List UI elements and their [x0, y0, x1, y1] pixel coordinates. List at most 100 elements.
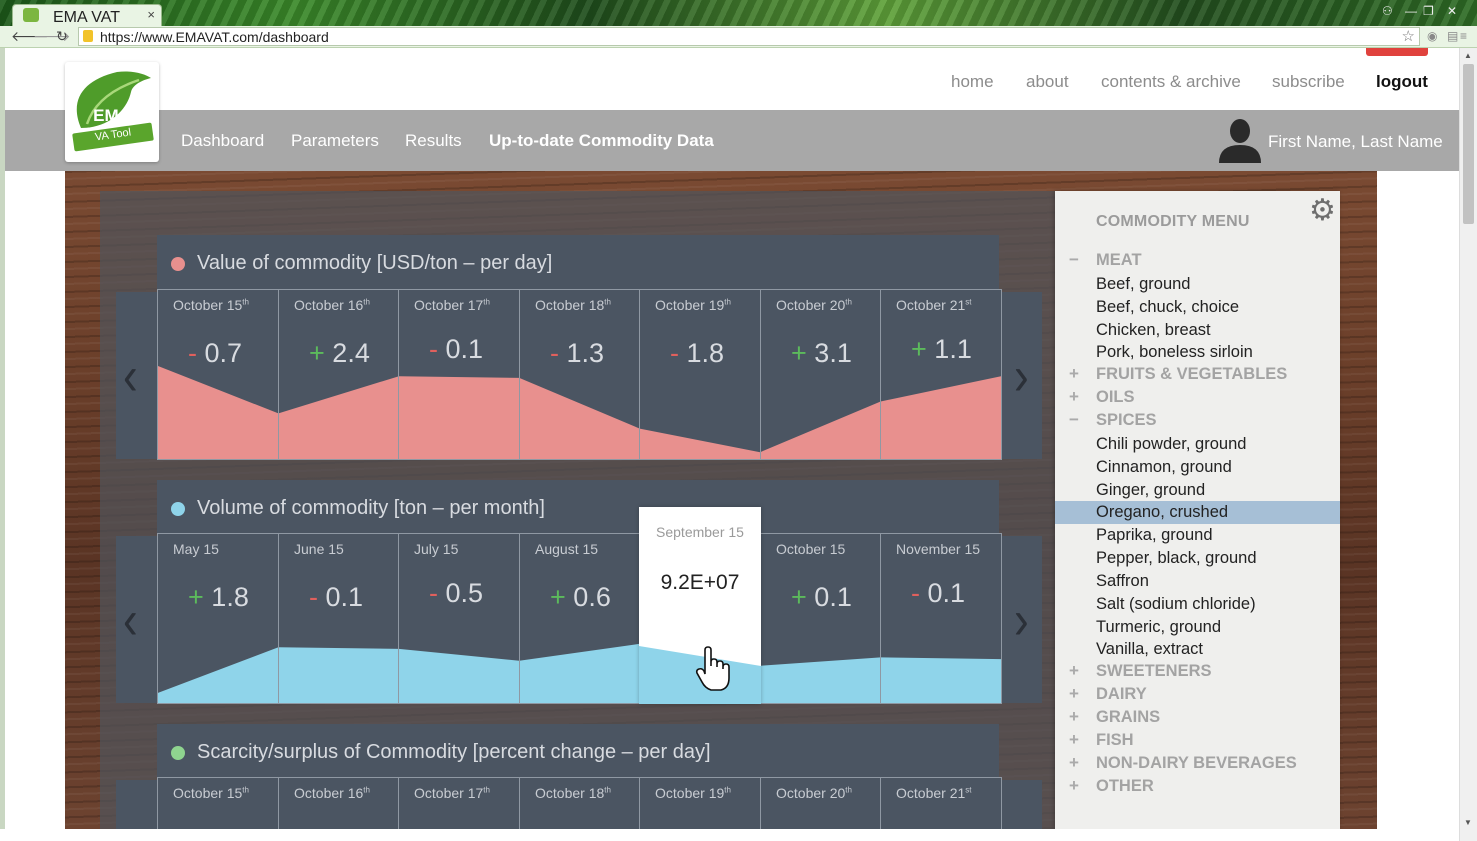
- collapse-icon[interactable]: −: [1069, 250, 1079, 270]
- nav-contents-archive[interactable]: contents & archive: [1101, 72, 1241, 92]
- reload-icon[interactable]: ↻: [56, 28, 68, 45]
- category-label: OILS: [1096, 388, 1135, 407]
- commodity-item-chicken-breast[interactable]: Chicken, breast: [1055, 319, 1340, 342]
- scarcity-day-cell[interactable]: October 18th: [520, 778, 640, 836]
- commodity-item-ginger-ground[interactable]: Ginger, ground: [1055, 479, 1340, 502]
- volume-month-label: July 15: [414, 541, 459, 557]
- commodity-item-label: Saffron: [1096, 571, 1149, 590]
- expand-icon[interactable]: +: [1069, 707, 1079, 727]
- expand-icon[interactable]: +: [1069, 684, 1079, 704]
- commodity-item-beef-ground[interactable]: Beef, ground: [1055, 273, 1340, 296]
- browser-menu-icon[interactable]: ≡: [1460, 29, 1467, 43]
- commodity-item-beef-chuck-choice[interactable]: Beef, chuck, choice: [1055, 296, 1340, 319]
- category-sweeteners[interactable]: + SWEETENERS: [1055, 661, 1340, 684]
- collapse-icon[interactable]: −: [1069, 410, 1079, 430]
- volume-month-cell[interactable]: October 15 + 0.1: [761, 534, 881, 703]
- nav-home[interactable]: home: [951, 72, 994, 92]
- commodity-item-vanilla-extract[interactable]: Vanilla, extract: [1055, 638, 1340, 661]
- commodity-item-paprika-ground[interactable]: Paprika, ground: [1055, 524, 1340, 547]
- url-text[interactable]: https://www.EMAVAT.com/dashboard: [100, 29, 329, 45]
- commodity-item-pepper-black-ground[interactable]: Pepper, black, ground: [1055, 547, 1340, 570]
- volume-legend-dot: [171, 502, 185, 516]
- scarcity-day-cell[interactable]: October 16th: [279, 778, 399, 836]
- extension-icon-2[interactable]: ▤: [1447, 29, 1458, 43]
- category-oils[interactable]: + OILS: [1055, 387, 1340, 410]
- volume-panel-header: Volume of commodity [ton – per month]: [157, 480, 999, 535]
- browser-tab[interactable]: EMA VAT ×: [12, 4, 162, 26]
- value-day-cell[interactable]: October 17th - 0.1: [399, 290, 520, 459]
- menu-commodity-data[interactable]: Up-to-date Commodity Data: [489, 131, 714, 151]
- category-non-dairy-beverages[interactable]: + NON-DAIRY BEVERAGES: [1055, 753, 1340, 776]
- value-day-cell[interactable]: October 19th - 1.8: [640, 290, 761, 459]
- commodity-item-label: Paprika, ground: [1096, 526, 1213, 545]
- nav-subscribe[interactable]: subscribe: [1272, 72, 1345, 92]
- tab-close-button[interactable]: ×: [147, 7, 155, 22]
- menu-parameters[interactable]: Parameters: [291, 131, 379, 151]
- scarcity-day-cell[interactable]: October 20th: [761, 778, 881, 836]
- maximize-icon[interactable]: ❐: [1423, 4, 1434, 18]
- commodity-item-salt-sodium-chloride[interactable]: Salt (sodium chloride): [1055, 593, 1340, 616]
- volume-month-cell[interactable]: June 15 - 0.1: [279, 534, 399, 703]
- commodity-item-label: Pork, boneless sirloin: [1096, 343, 1253, 362]
- menu-results[interactable]: Results: [405, 131, 462, 151]
- nav-logout[interactable]: logout: [1376, 72, 1428, 92]
- scarcity-day-cell[interactable]: October 21st: [881, 778, 1001, 836]
- commodity-item-label: Beef, ground: [1096, 274, 1191, 293]
- scarcity-day-cell[interactable]: October 19th: [640, 778, 761, 836]
- value-day-cell[interactable]: October 15th - 0.7: [158, 290, 279, 459]
- user-name[interactable]: First Name, Last Name: [1268, 132, 1443, 152]
- expand-icon[interactable]: +: [1069, 364, 1079, 384]
- commodity-item-turmeric-ground[interactable]: Turmeric, ground: [1055, 616, 1340, 639]
- value-day-cell[interactable]: October 20th + 3.1: [761, 290, 881, 459]
- commodity-item-saffron[interactable]: Saffron: [1055, 570, 1340, 593]
- category-dairy[interactable]: + DAIRY: [1055, 684, 1340, 707]
- scroll-thumb[interactable]: [1463, 64, 1474, 224]
- volume-month-cell[interactable]: November 15 - 0.1: [881, 534, 1001, 703]
- expand-icon[interactable]: +: [1069, 730, 1079, 750]
- gear-icon[interactable]: ⚙: [1309, 193, 1336, 228]
- ema-logo[interactable]: EMA VA Tool: [65, 62, 159, 162]
- scroll-down-icon[interactable]: ▼: [1464, 818, 1472, 827]
- volume-next-arrow-icon[interactable]: ›: [1014, 590, 1029, 653]
- value-day-label: October 16th: [294, 297, 370, 313]
- bookmark-star-icon[interactable]: ☆: [1402, 27, 1415, 45]
- expand-icon[interactable]: +: [1069, 661, 1079, 681]
- commodity-item-chili-powder-ground[interactable]: Chili powder, ground: [1055, 433, 1340, 456]
- page-scrollbar[interactable]: ▲ ▼: [1459, 48, 1477, 841]
- minimize-icon[interactable]: —: [1405, 4, 1417, 18]
- extension-icon[interactable]: ◉: [1427, 29, 1437, 43]
- scarcity-day-cell[interactable]: October 15th: [158, 778, 279, 836]
- scarcity-day-cell[interactable]: October 17th: [399, 778, 520, 836]
- expand-icon[interactable]: +: [1069, 753, 1079, 773]
- commodity-item-cinnamon-ground[interactable]: Cinnamon, ground: [1055, 456, 1340, 479]
- volume-month-label: October 15: [776, 541, 846, 557]
- user-avatar-icon[interactable]: [1217, 119, 1263, 163]
- volume-prev-arrow-icon[interactable]: ‹: [123, 590, 138, 653]
- scroll-up-icon[interactable]: ▲: [1464, 51, 1472, 60]
- commodity-item-oregano-crushed[interactable]: Oregano, crushed: [1055, 501, 1340, 525]
- commodity-item-pork-boneless-sirloin[interactable]: Pork, boneless sirloin: [1055, 341, 1340, 364]
- url-field[interactable]: https://www.EMAVAT.com/dashboard ☆: [78, 27, 1420, 46]
- category-grains[interactable]: + GRAINS: [1055, 707, 1340, 730]
- volume-month-cell[interactable]: July 15 - 0.5: [399, 534, 520, 703]
- value-prev-arrow-icon[interactable]: ‹: [123, 346, 138, 409]
- value-day-cell[interactable]: October 21st + 1.1: [881, 290, 1001, 459]
- user-switch-icon[interactable]: ⚇: [1382, 4, 1393, 18]
- value-day-cell[interactable]: October 18th - 1.3: [520, 290, 640, 459]
- close-window-icon[interactable]: ✕: [1447, 4, 1457, 18]
- category-fish[interactable]: + FISH: [1055, 730, 1340, 753]
- commodity-item-label: Chili powder, ground: [1096, 434, 1247, 453]
- expand-icon[interactable]: +: [1069, 387, 1079, 407]
- category-meat[interactable]: − MEAT: [1055, 250, 1340, 273]
- menu-dashboard[interactable]: Dashboard: [181, 131, 264, 151]
- volume-month-cell[interactable]: May 15 + 1.8: [158, 534, 279, 703]
- category-fruits-vegetables[interactable]: + FRUITS & VEGETABLES: [1055, 364, 1340, 387]
- nav-about[interactable]: about: [1026, 72, 1069, 92]
- volume-month-label: June 15: [294, 541, 344, 557]
- volume-month-cell[interactable]: August 15 + 0.6: [520, 534, 640, 703]
- value-day-cell[interactable]: October 16th + 2.4: [279, 290, 399, 459]
- expand-icon[interactable]: +: [1069, 776, 1079, 796]
- value-next-arrow-icon[interactable]: ›: [1014, 346, 1029, 409]
- category-other[interactable]: + OTHER: [1055, 776, 1340, 799]
- category-spices[interactable]: − SPICES: [1055, 410, 1340, 433]
